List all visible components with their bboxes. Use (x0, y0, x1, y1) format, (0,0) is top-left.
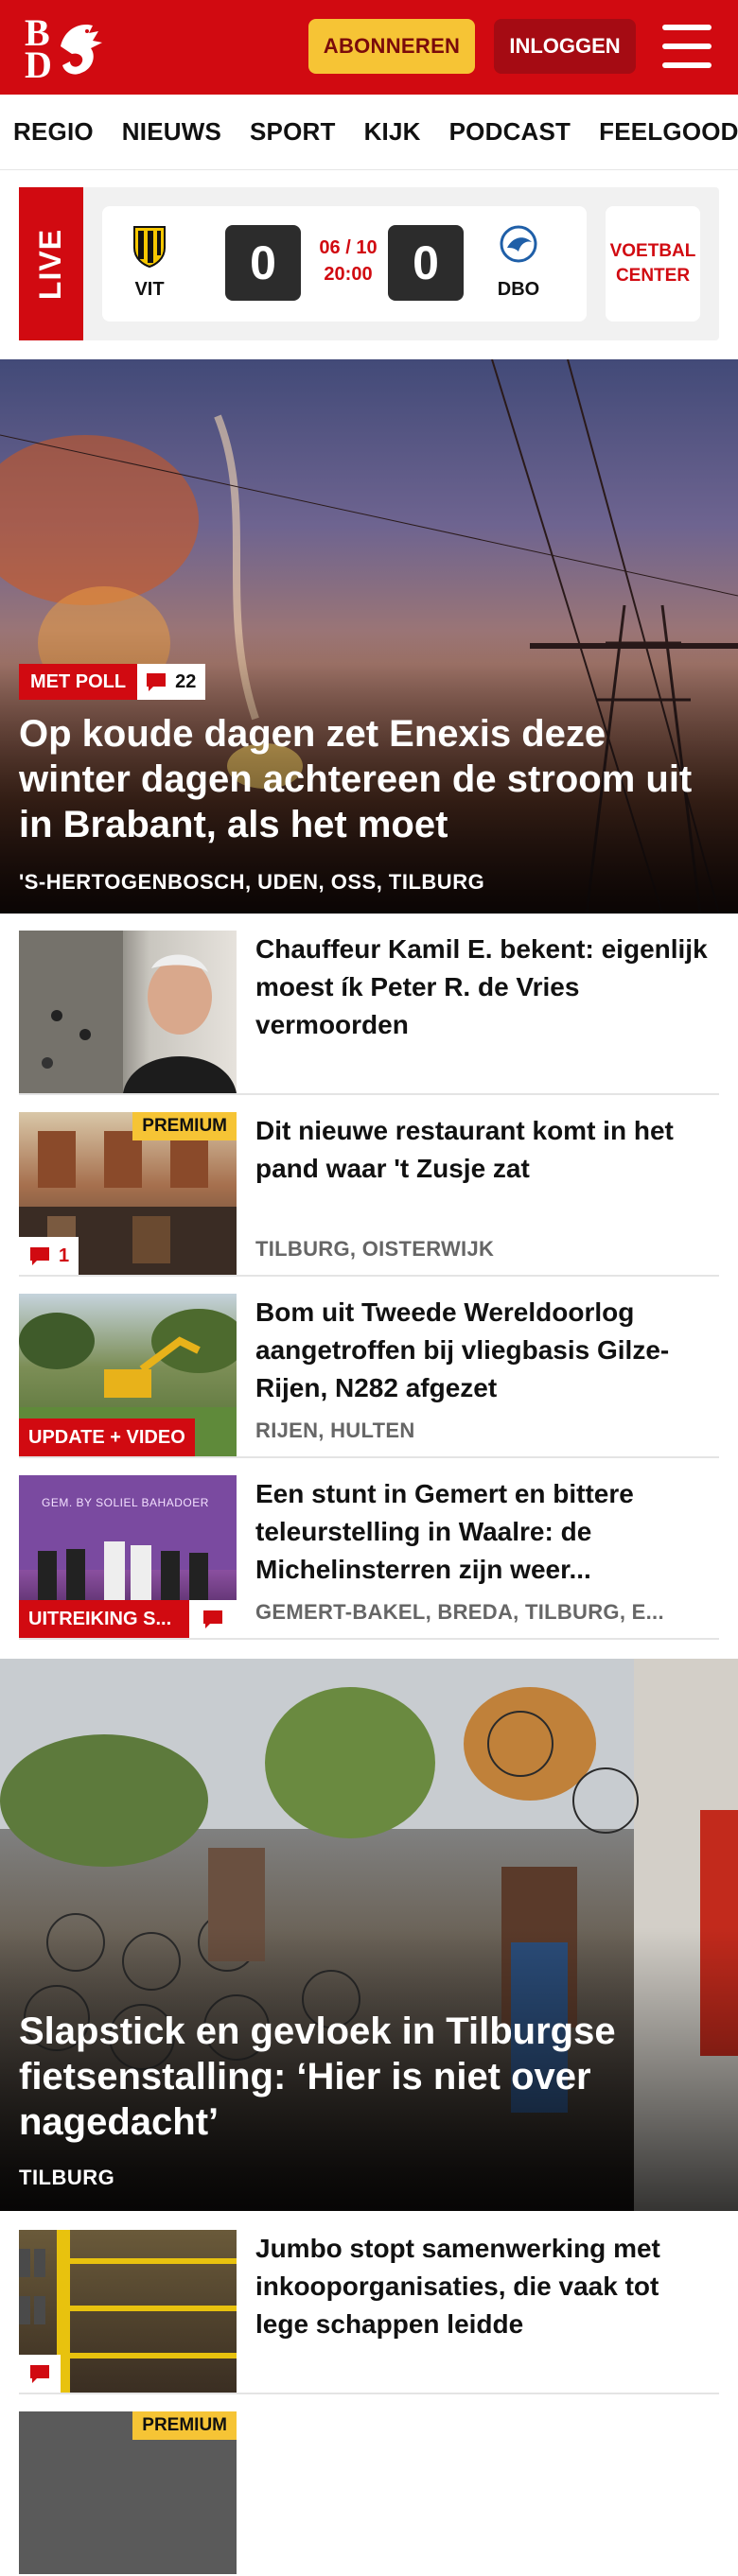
article-card-next[interactable]: PREMIUM (19, 2410, 719, 2576)
logo-letter-d: D (25, 44, 52, 86)
den-bosch-crest-icon (500, 225, 537, 263)
category-nav: REGIO NIEUWS SPORT KIJK PODCAST FEELGOOD (0, 95, 738, 170)
away-team-abbr: DBO (497, 279, 540, 300)
article-card-jumbo[interactable]: Jumbo stopt samenwerking met inkooporgan… (19, 2228, 719, 2394)
comment-icon (30, 1247, 49, 1265)
hero-headline[interactable]: Slapstick en gevloek in Tilburgse fietse… (19, 2009, 719, 2145)
update-video-label: UPDATE + VIDEO (19, 1419, 195, 1456)
premium-badge: PREMIUM (132, 2411, 237, 2440)
article-thumbnail: UPDATE + VIDEO (19, 1294, 237, 1456)
article-card-kamil[interactable]: Chauffeur Kamil E. bekent: eigenlijk moe… (19, 929, 719, 1095)
thumb-comment-button[interactable] (189, 1600, 237, 1638)
nav-item-regio[interactable]: REGIO (13, 117, 94, 147)
poll-badge: MET POLL (19, 664, 138, 700)
hero-location: 'S-HERTOGENBOSCH, UDEN, OSS, TILBURG (19, 870, 485, 894)
comment-icon (30, 2365, 49, 2383)
thumb-comment-count[interactable]: 1 (19, 1237, 79, 1275)
article-location: RIJEN, HULTEN (255, 1419, 415, 1442)
article-thumbnail: GEM. BY SOLIEL BAHADOER UITREIKING S... (19, 1475, 237, 1638)
vitesse-crest-icon (133, 226, 166, 269)
subscribe-button[interactable]: ABONNEREN (308, 19, 475, 74)
voetbal-center-button[interactable]: VOETBAL CENTER (606, 206, 700, 322)
nav-item-sport[interactable]: SPORT (250, 117, 336, 147)
nav-item-feelgood[interactable]: FEELGOOD (599, 117, 738, 147)
match-date: 06 / 10 (319, 237, 378, 258)
article-headline[interactable]: Jumbo stopt samenwerking met inkooporgan… (255, 2230, 710, 2343)
hero-badges: MET POLL 22 (19, 664, 206, 700)
match-datetime: 06 / 10 20:00 (310, 235, 386, 287)
comment-count-badge[interactable]: 22 (137, 664, 206, 700)
hero-location: TILBURG (19, 2166, 115, 2189)
article-thumbnail (19, 931, 237, 1093)
away-team: DBO (490, 223, 547, 301)
article-location: TILBURG, OISTERWIJK (255, 1237, 495, 1261)
article-thumbnail: PREMIUM 1 (19, 1112, 237, 1275)
article-thumbnail (19, 2230, 237, 2393)
hero-headline[interactable]: Op koude dagen zet Enexis deze winter da… (19, 711, 719, 847)
bd-logo[interactable]: B D (19, 14, 106, 84)
live-score-widget: LIVE VIT 0 06 / 10 20:00 0 DBO VOETBAL C… (19, 187, 719, 340)
home-team: VIT (121, 223, 178, 301)
hero-article-enexis[interactable]: MET POLL 22 Op koude dagen zet Enexis de… (0, 359, 738, 914)
article-headline[interactable]: Een stunt in Gemert en bittere teleurste… (255, 1475, 710, 1589)
comment-icon (203, 1610, 222, 1628)
article-location: GEMERT-BAKEL, BREDA, TILBURG, E... (255, 1600, 664, 1624)
nav-item-nieuws[interactable]: NIEUWS (122, 117, 221, 147)
portrait-image (19, 931, 237, 1093)
home-team-abbr: VIT (134, 279, 165, 300)
article-headline[interactable]: Chauffeur Kamil E. bekent: eigenlijk moe… (255, 931, 710, 1044)
site-header: B D ABONNEREN INLOGGEN (0, 0, 738, 95)
hero-comment-count: 22 (175, 670, 197, 692)
article-card-michelin[interactable]: GEM. BY SOLIEL BAHADOER UITREIKING S... … (19, 1473, 719, 1640)
comment-icon (147, 673, 167, 691)
thumb-banner-text: GEM. BY SOLIEL BAHADOER (42, 1496, 209, 1509)
article-card-bom[interactable]: UPDATE + VIDEO Bom uit Tweede Wereldoorl… (19, 1292, 719, 1458)
nav-item-podcast[interactable]: PODCAST (449, 117, 571, 147)
away-score: 0 (388, 225, 464, 301)
article-headline[interactable]: Dit nieuwe restaurant komt in het pand w… (255, 1112, 710, 1188)
article-thumbnail: PREMIUM (19, 2411, 237, 2574)
home-score: 0 (225, 225, 301, 301)
login-button[interactable]: INLOGGEN (494, 19, 636, 74)
live-tag: LIVE (19, 187, 83, 340)
uitreiking-label: UITREIKING S... (19, 1600, 189, 1638)
hero-article-fietsenstalling[interactable]: Slapstick en gevloek in Tilburgse fietse… (0, 1659, 738, 2211)
nav-item-kijk[interactable]: KIJK (364, 117, 421, 147)
premium-badge: PREMIUM (132, 1112, 237, 1140)
hamburger-menu-icon[interactable] (662, 25, 712, 68)
thumb-comment-button[interactable] (19, 2355, 61, 2393)
article-card-restaurant[interactable]: PREMIUM 1 Dit nieuwe restaurant komt in … (19, 1110, 719, 1277)
article-headline[interactable]: Bom uit Tweede Wereldoorlog aangetroffen… (255, 1294, 710, 1407)
match-card[interactable]: VIT 0 06 / 10 20:00 0 DBO (102, 206, 587, 322)
dragon-icon (61, 24, 102, 75)
match-time: 20:00 (324, 264, 373, 285)
